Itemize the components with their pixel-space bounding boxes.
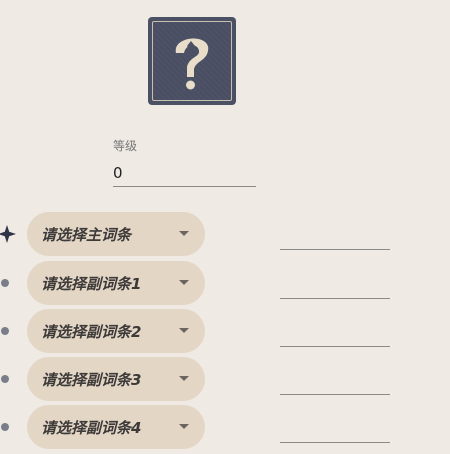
- artifact-editor: 等级 请选择主词条 请选择副词条1 请选择副词条2 请选择副词条3: [0, 0, 450, 454]
- level-input[interactable]: [113, 159, 256, 187]
- sub-stat-1-select[interactable]: 请选择副词条1: [27, 261, 205, 305]
- sub-stat-2-select-label: 请选择副词条2: [41, 323, 142, 341]
- sub-stat-3-select[interactable]: 请选择副词条3: [27, 357, 205, 401]
- sub-stat-4-value-input[interactable]: [280, 417, 390, 443]
- artifact-picker-button[interactable]: [148, 17, 236, 105]
- main-stat-select-label: 请选择主词条: [41, 226, 132, 244]
- sub-stat-row-4: 请选择副词条4: [0, 405, 450, 449]
- sub-stat-3-select-label: 请选择副词条3: [41, 371, 142, 389]
- sub-stat-row-2: 请选择副词条2: [0, 309, 450, 353]
- sub-stat-4-select[interactable]: 请选择副词条4: [27, 405, 205, 449]
- main-stat-select[interactable]: 请选择主词条: [27, 212, 205, 256]
- bullet-icon: [1, 279, 9, 287]
- sub-stat-2-value-input[interactable]: [280, 321, 390, 347]
- question-mark-icon: [175, 38, 209, 90]
- chevron-down-icon: [179, 328, 189, 333]
- bullet-icon: [1, 327, 9, 335]
- sub-stat-1-value-input[interactable]: [280, 273, 390, 299]
- chevron-down-icon: [179, 231, 189, 236]
- chevron-down-icon: [179, 376, 189, 381]
- sub-stat-row-3: 请选择副词条3: [0, 357, 450, 401]
- main-stat-value-input[interactable]: [280, 224, 390, 250]
- level-label: 等级: [113, 139, 138, 153]
- chevron-down-icon: [179, 280, 189, 285]
- main-stat-row: 请选择主词条: [0, 212, 450, 256]
- sub-stat-2-select[interactable]: 请选择副词条2: [27, 309, 205, 353]
- sub-stat-1-select-label: 请选择副词条1: [41, 275, 142, 293]
- chevron-down-icon: [179, 424, 189, 429]
- sub-stat-3-value-input[interactable]: [280, 369, 390, 395]
- sub-stat-4-select-label: 请选择副词条4: [41, 419, 142, 437]
- main-stat-star-icon: [0, 225, 16, 243]
- bullet-icon: [1, 375, 9, 383]
- sub-stat-row-1: 请选择副词条1: [0, 261, 450, 305]
- bullet-icon: [1, 423, 9, 431]
